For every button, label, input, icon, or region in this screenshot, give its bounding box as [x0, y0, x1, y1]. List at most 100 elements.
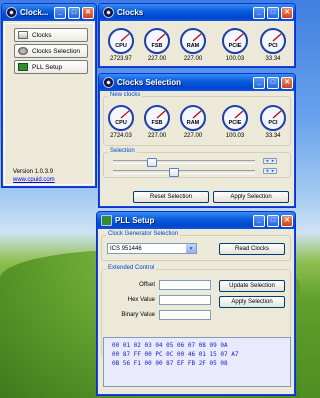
gauge-value: 227.00 — [147, 133, 167, 139]
gauge-dial-icon — [180, 28, 206, 54]
gauge-dial-icon — [260, 28, 286, 54]
gauge-value: 33.34 — [265, 56, 281, 62]
read-clocks-button[interactable]: Read Clocks — [219, 243, 285, 255]
selection-title: Clocks Selection — [117, 78, 182, 87]
apply-selection-button-pll[interactable]: Apply Selection — [219, 296, 285, 308]
slider-2-thumb[interactable] — [169, 168, 179, 177]
minimize-icon[interactable]: _ — [253, 76, 265, 89]
clock-gen-select[interactable]: ICS 951446 ▼ — [107, 243, 197, 254]
gauge-label: RAM — [186, 43, 200, 49]
clock-app-icon — [103, 7, 114, 18]
minimize-icon[interactable]: _ — [253, 214, 265, 227]
clocks-button[interactable]: Clocks — [14, 28, 88, 42]
offset-label: Offset — [139, 282, 155, 288]
pll-setup-button-label: PLL Setup — [32, 63, 63, 71]
gauge-dial-icon — [180, 105, 206, 131]
clocks-title-bar[interactable]: Clocks _ □ ✕ — [99, 4, 295, 21]
clocks-selection-window: Clocks Selection _ □ ✕ New clocks Select… — [98, 73, 296, 208]
minimize-icon[interactable]: _ — [253, 6, 265, 19]
offset-field[interactable] — [159, 280, 211, 290]
hex-value-label: Hex Value — [127, 297, 155, 303]
gauge-value: 227.00 — [147, 56, 167, 62]
slider-2-stepper[interactable]: ◂ ▸ — [263, 168, 277, 174]
clock-app-icon — [6, 7, 17, 18]
gauge-label: PCI — [268, 120, 278, 126]
gauge-label: CPU — [115, 43, 127, 49]
main-title: Clock... — [20, 8, 49, 17]
update-selection-button[interactable]: Update Selection — [219, 280, 285, 292]
hex-dump-view[interactable]: 00 01 02 03 04 05 06 07 08 09 0A 00 87 F… — [103, 337, 291, 387]
gauge-pcie: PCIE — [221, 27, 249, 55]
clocks-selection-button[interactable]: Clocks Selection — [14, 44, 88, 58]
gauge-dial-icon — [108, 105, 134, 131]
gauge-cpu: CPU — [107, 27, 135, 55]
clock-gen-label: Clock Generator Selection — [106, 231, 181, 237]
selection-slider-2[interactable] — [113, 168, 255, 177]
clocks-icon — [18, 31, 28, 39]
slider-1-stepper[interactable]: ◂ ▸ — [263, 158, 277, 164]
selection-group: Selection — [103, 148, 291, 178]
maximize-icon[interactable]: □ — [267, 6, 279, 19]
cpuid-link[interactable]: www.cpuid.com — [13, 177, 55, 183]
pll-title-bar[interactable]: PLL Setup _ □ ✕ — [97, 212, 295, 229]
clocks-button-label: Clocks — [32, 31, 52, 39]
minimize-icon[interactable]: _ — [54, 6, 66, 19]
dropdown-arrow-icon[interactable]: ▼ — [186, 244, 196, 253]
gauge-ram: RAM — [179, 27, 207, 55]
close-icon[interactable]: ✕ — [281, 76, 293, 89]
selection-slider-1[interactable] — [113, 158, 255, 167]
version-text: Version 1.0.3.9 — [13, 169, 54, 175]
clock-gen-value: ICS 951446 — [110, 245, 142, 252]
pll-icon — [18, 63, 28, 71]
binary-value-field[interactable] — [159, 310, 211, 320]
slider-1-thumb[interactable] — [147, 158, 157, 167]
apply-selection-button[interactable]: Apply Selection — [213, 191, 289, 203]
main-panel: Clocks Clocks Selection PLL Setup Versio… — [4, 23, 94, 185]
maximize-icon[interactable]: □ — [267, 76, 279, 89]
gauge-dial-icon — [222, 28, 248, 54]
close-icon[interactable]: ✕ — [281, 6, 293, 19]
gauge-ram: RAM — [179, 104, 207, 132]
main-window: Clock... _ □ ✕ Clocks Clocks Selection P… — [1, 3, 97, 188]
gauge-label: CPU — [115, 120, 127, 126]
hex-value-field[interactable] — [159, 295, 211, 305]
gauge-value: 2724.03 — [110, 133, 132, 139]
pll-setup-button[interactable]: PLL Setup — [14, 60, 88, 74]
maximize-icon[interactable]: □ — [68, 6, 80, 19]
close-icon[interactable]: ✕ — [82, 6, 94, 19]
selection-label: Selection — [108, 148, 137, 154]
gauge-label: FSB — [151, 120, 163, 126]
extended-control-label: Extended Control — [106, 265, 157, 271]
reset-selection-button[interactable]: Reset Selection — [133, 191, 209, 203]
gauge-pci: PCI — [259, 27, 287, 55]
gauge-fsb: FSB — [143, 27, 171, 55]
main-title-bar[interactable]: Clock... _ □ ✕ — [2, 4, 96, 21]
clocks-title: Clocks — [117, 8, 144, 17]
gauge-label: FSB — [151, 43, 163, 49]
close-icon[interactable]: ✕ — [281, 214, 293, 227]
maximize-icon[interactable]: □ — [267, 214, 279, 227]
gauge-pcie: PCIE — [221, 104, 249, 132]
gauge-dial-icon — [108, 28, 134, 54]
clocks-window: Clocks _ □ ✕ CPU 2723.97 FSB 227.00 RAM 227.0… — [98, 3, 296, 68]
gauge-dial-icon — [260, 105, 286, 131]
gauge-dial-icon — [222, 105, 248, 131]
gauge-label: PCIE — [228, 120, 242, 126]
gauge-value: 227.00 — [183, 56, 203, 62]
gauge-value: 100.03 — [225, 133, 245, 139]
gauge-value: 100.03 — [225, 56, 245, 62]
pll-setup-window: PLL Setup _ □ ✕ Clock Generator Selectio… — [96, 211, 296, 396]
new-clocks-label: New clocks — [108, 92, 143, 98]
clocks-selection-icon — [18, 47, 28, 55]
pll-title: PLL Setup — [115, 216, 155, 225]
gauge-label: RAM — [186, 120, 200, 126]
gauge-pci: PCI — [259, 104, 287, 132]
selection-title-bar[interactable]: Clocks Selection _ □ ✕ — [99, 74, 295, 91]
gauge-value: 2723.97 — [110, 56, 132, 62]
gauge-label: PCI — [268, 43, 278, 49]
clock-app-icon — [103, 77, 114, 88]
gauge-fsb: FSB — [143, 104, 171, 132]
gauge-value: 227.00 — [183, 133, 203, 139]
gauge-dial-icon — [144, 28, 170, 54]
pll-icon — [101, 215, 112, 226]
